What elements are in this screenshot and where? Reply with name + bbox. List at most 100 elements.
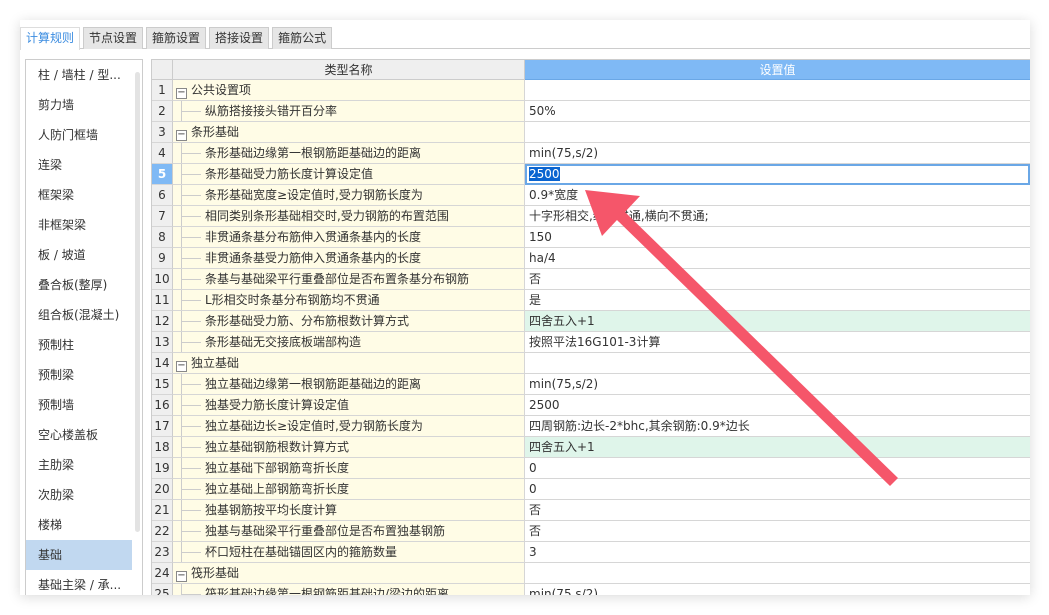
table-row[interactable]: 23 杯口短柱在基础锚固区内的箍筋数量 3 — [152, 542, 1030, 563]
row-number-header — [152, 60, 173, 80]
setting-label: 独立基础上部钢筋弯折长度 — [173, 479, 524, 499]
table-row[interactable]: 17 独立基础边长≥设定值时,受力钢筋长度为 四周钢筋:边长-2*bhc,其余钢筋:… — [152, 416, 1030, 437]
setting-label: 条形基础无交接底板端部构造 — [173, 332, 524, 352]
sidebar-item[interactable]: 板 / 坡道 — [26, 240, 132, 270]
value-cell[interactable] — [525, 80, 1030, 101]
table-row[interactable]: 7 相同类别条形基础相交时,受力钢筋的布置范围 十字形相交,纵向贯通,横向不贯通; — [152, 206, 1030, 227]
sidebar-item[interactable]: 柱 / 墙柱 / 型... — [26, 60, 132, 90]
value-cell[interactable]: 0 — [525, 479, 1030, 500]
tab-bar: 计算规则 节点设置 箍筋设置 搭接设置 箍筋公式 — [20, 27, 1030, 50]
row-name-cell: 非贯通条基分布筋伸入贯通条基内的长度 — [173, 227, 525, 248]
value-cell[interactable]: 四舍五入+1 — [525, 437, 1030, 458]
table-row[interactable]: 14− 独立基础 — [152, 353, 1030, 374]
sidebar-item[interactable]: 基础 — [26, 540, 132, 570]
row-number: 14 — [152, 353, 173, 374]
value-cell[interactable]: 150 — [525, 227, 1030, 248]
table-row[interactable]: 12 条形基础受力筋、分布筋根数计算方式 四舍五入+1 — [152, 311, 1030, 332]
table-row[interactable]: 24− 筏形基础 — [152, 563, 1030, 584]
sidebar-item[interactable]: 剪力墙 — [26, 90, 132, 120]
value-cell[interactable]: 是 — [525, 290, 1030, 311]
value-cell[interactable]: 否 — [525, 500, 1030, 521]
value-cell[interactable]: 否 — [525, 521, 1030, 542]
setting-label: 非贯通条基受力筋伸入贯通条基内的长度 — [173, 248, 524, 268]
tab-1[interactable]: 节点设置 — [83, 27, 144, 49]
sidebar-item[interactable]: 空心楼盖板 — [26, 420, 132, 450]
sidebar-item[interactable]: 连梁 — [26, 150, 132, 180]
tab-3[interactable]: 搭接设置 — [209, 27, 270, 49]
table-row[interactable]: 11 L形相交时条基分布钢筋均不贯通是 — [152, 290, 1030, 311]
value-cell[interactable]: 十字形相交,纵向贯通,横向不贯通; — [525, 206, 1030, 227]
minus-box-icon[interactable]: − — [176, 361, 187, 372]
row-name-cell: 非贯通条基受力筋伸入贯通条基内的长度 — [173, 248, 525, 269]
sidebar-item[interactable]: 组合板(混凝土) — [26, 300, 132, 330]
value-cell[interactable]: 50% — [525, 101, 1030, 122]
row-number: 24 — [152, 563, 173, 584]
row-name-cell: 条形基础边缘第一根钢筋距基础边的距离 — [173, 143, 525, 164]
value-input[interactable]: 2500 — [525, 164, 1030, 185]
row-name-cell: L形相交时条基分布钢筋均不贯通 — [173, 290, 525, 311]
sidebar-item[interactable]: 框架梁 — [26, 180, 132, 210]
sidebar-item[interactable]: 主肋梁 — [26, 450, 132, 480]
table-row[interactable]: 16 独基受力筋长度计算设定值 2500 — [152, 395, 1030, 416]
minus-box-icon[interactable]: − — [176, 88, 187, 99]
setting-label: 独立基础边长≥设定值时,受力钢筋长度为 — [173, 416, 524, 436]
sidebar-item[interactable]: 次肋梁 — [26, 480, 132, 510]
sidebar-item[interactable]: 人防门框墙 — [26, 120, 132, 150]
sidebar-item[interactable]: 基础主梁 / 承... — [26, 570, 132, 595]
value-cell[interactable]: 按照平法16G101-3计算 — [525, 332, 1030, 353]
tab-4[interactable]: 箍筋公式 — [272, 27, 333, 49]
table-row[interactable]: 5 条形基础受力筋长度计算设定值 2500 — [152, 164, 1030, 185]
value-cell[interactable]: 0.9*宽度 — [525, 185, 1030, 206]
table-row[interactable]: 19 独立基础下部钢筋弯折长度 0 — [152, 458, 1030, 479]
value-cell[interactable]: min(75,s/2) — [525, 584, 1030, 595]
value-cell[interactable]: 0 — [525, 458, 1030, 479]
tab-0[interactable]: 计算规则 — [20, 27, 81, 50]
table-row[interactable]: 22 独基与基础梁平行重叠部位是否布置独基钢筋否 — [152, 521, 1030, 542]
row-name-cell: − 独立基础 — [173, 353, 525, 374]
row-name-cell: 独立基础下部钢筋弯折长度 — [173, 458, 525, 479]
value-cell[interactable] — [525, 563, 1030, 584]
table-row[interactable]: 21 独基钢筋按平均长度计算否 — [152, 500, 1030, 521]
minus-box-icon[interactable]: − — [176, 571, 187, 582]
table-row[interactable]: 3− 条形基础 — [152, 122, 1030, 143]
sidebar-item[interactable]: 预制柱 — [26, 330, 132, 360]
table-row[interactable]: 18 独立基础钢筋根数计算方式 四舍五入+1 — [152, 437, 1030, 458]
sidebar-item[interactable]: 预制梁 — [26, 360, 132, 390]
group-label: 独立基础 — [191, 356, 240, 370]
value-cell[interactable]: ha/4 — [525, 248, 1030, 269]
grid-header: 类型名称 设置值 — [152, 60, 1030, 80]
selected-value-text[interactable]: 2500 — [529, 167, 560, 181]
value-cell[interactable]: 四舍五入+1 — [525, 311, 1030, 332]
sidebar-item[interactable]: 预制墙 — [26, 390, 132, 420]
value-cell[interactable]: 3 — [525, 542, 1030, 563]
row-number: 21 — [152, 500, 173, 521]
table-row[interactable]: 13 条形基础无交接底板端部构造 按照平法16G101-3计算 — [152, 332, 1030, 353]
table-row[interactable]: 1− 公共设置项 — [152, 80, 1030, 101]
table-row[interactable]: 2 纵筋搭接接头错开百分率 50% — [152, 101, 1030, 122]
value-cell[interactable] — [525, 353, 1030, 374]
row-number: 1 — [152, 80, 173, 101]
row-name-cell: 独基钢筋按平均长度计算 — [173, 500, 525, 521]
row-number: 12 — [152, 311, 173, 332]
sidebar-scrollbar[interactable] — [135, 72, 140, 532]
value-cell[interactable]: 2500 — [525, 395, 1030, 416]
sidebar-item[interactable]: 非框架梁 — [26, 210, 132, 240]
tab-2[interactable]: 箍筋设置 — [146, 27, 207, 49]
value-cell[interactable]: min(75,s/2) — [525, 374, 1030, 395]
table-row[interactable]: 4 条形基础边缘第一根钢筋距基础边的距离 min(75,s/2) — [152, 143, 1030, 164]
sidebar-item[interactable]: 楼梯 — [26, 510, 132, 540]
table-row[interactable]: 8 非贯通条基分布筋伸入贯通条基内的长度 150 — [152, 227, 1030, 248]
sidebar-item[interactable]: 叠合板(整厚) — [26, 270, 132, 300]
minus-box-icon[interactable]: − — [176, 130, 187, 141]
table-row[interactable]: 9 非贯通条基受力筋伸入贯通条基内的长度 ha/4 — [152, 248, 1030, 269]
table-row[interactable]: 15 独立基础边缘第一根钢筋距基础边的距离 min(75,s/2) — [152, 374, 1030, 395]
setting-label: 条形基础受力筋长度计算设定值 — [173, 164, 524, 184]
value-cell[interactable]: 否 — [525, 269, 1030, 290]
value-cell[interactable]: 四周钢筋:边长-2*bhc,其余钢筋:0.9*边长 — [525, 416, 1030, 437]
table-row[interactable]: 25 筏形基础边缘第一根钢筋距基础边/梁边的距离 min(75,s/2) — [152, 584, 1030, 595]
table-row[interactable]: 6 条形基础宽度≥设定值时,受力钢筋长度为 0.9*宽度 — [152, 185, 1030, 206]
table-row[interactable]: 10 条基与基础梁平行重叠部位是否布置条基分布钢筋否 — [152, 269, 1030, 290]
value-cell[interactable]: min(75,s/2) — [525, 143, 1030, 164]
value-cell[interactable] — [525, 122, 1030, 143]
table-row[interactable]: 20 独立基础上部钢筋弯折长度 0 — [152, 479, 1030, 500]
